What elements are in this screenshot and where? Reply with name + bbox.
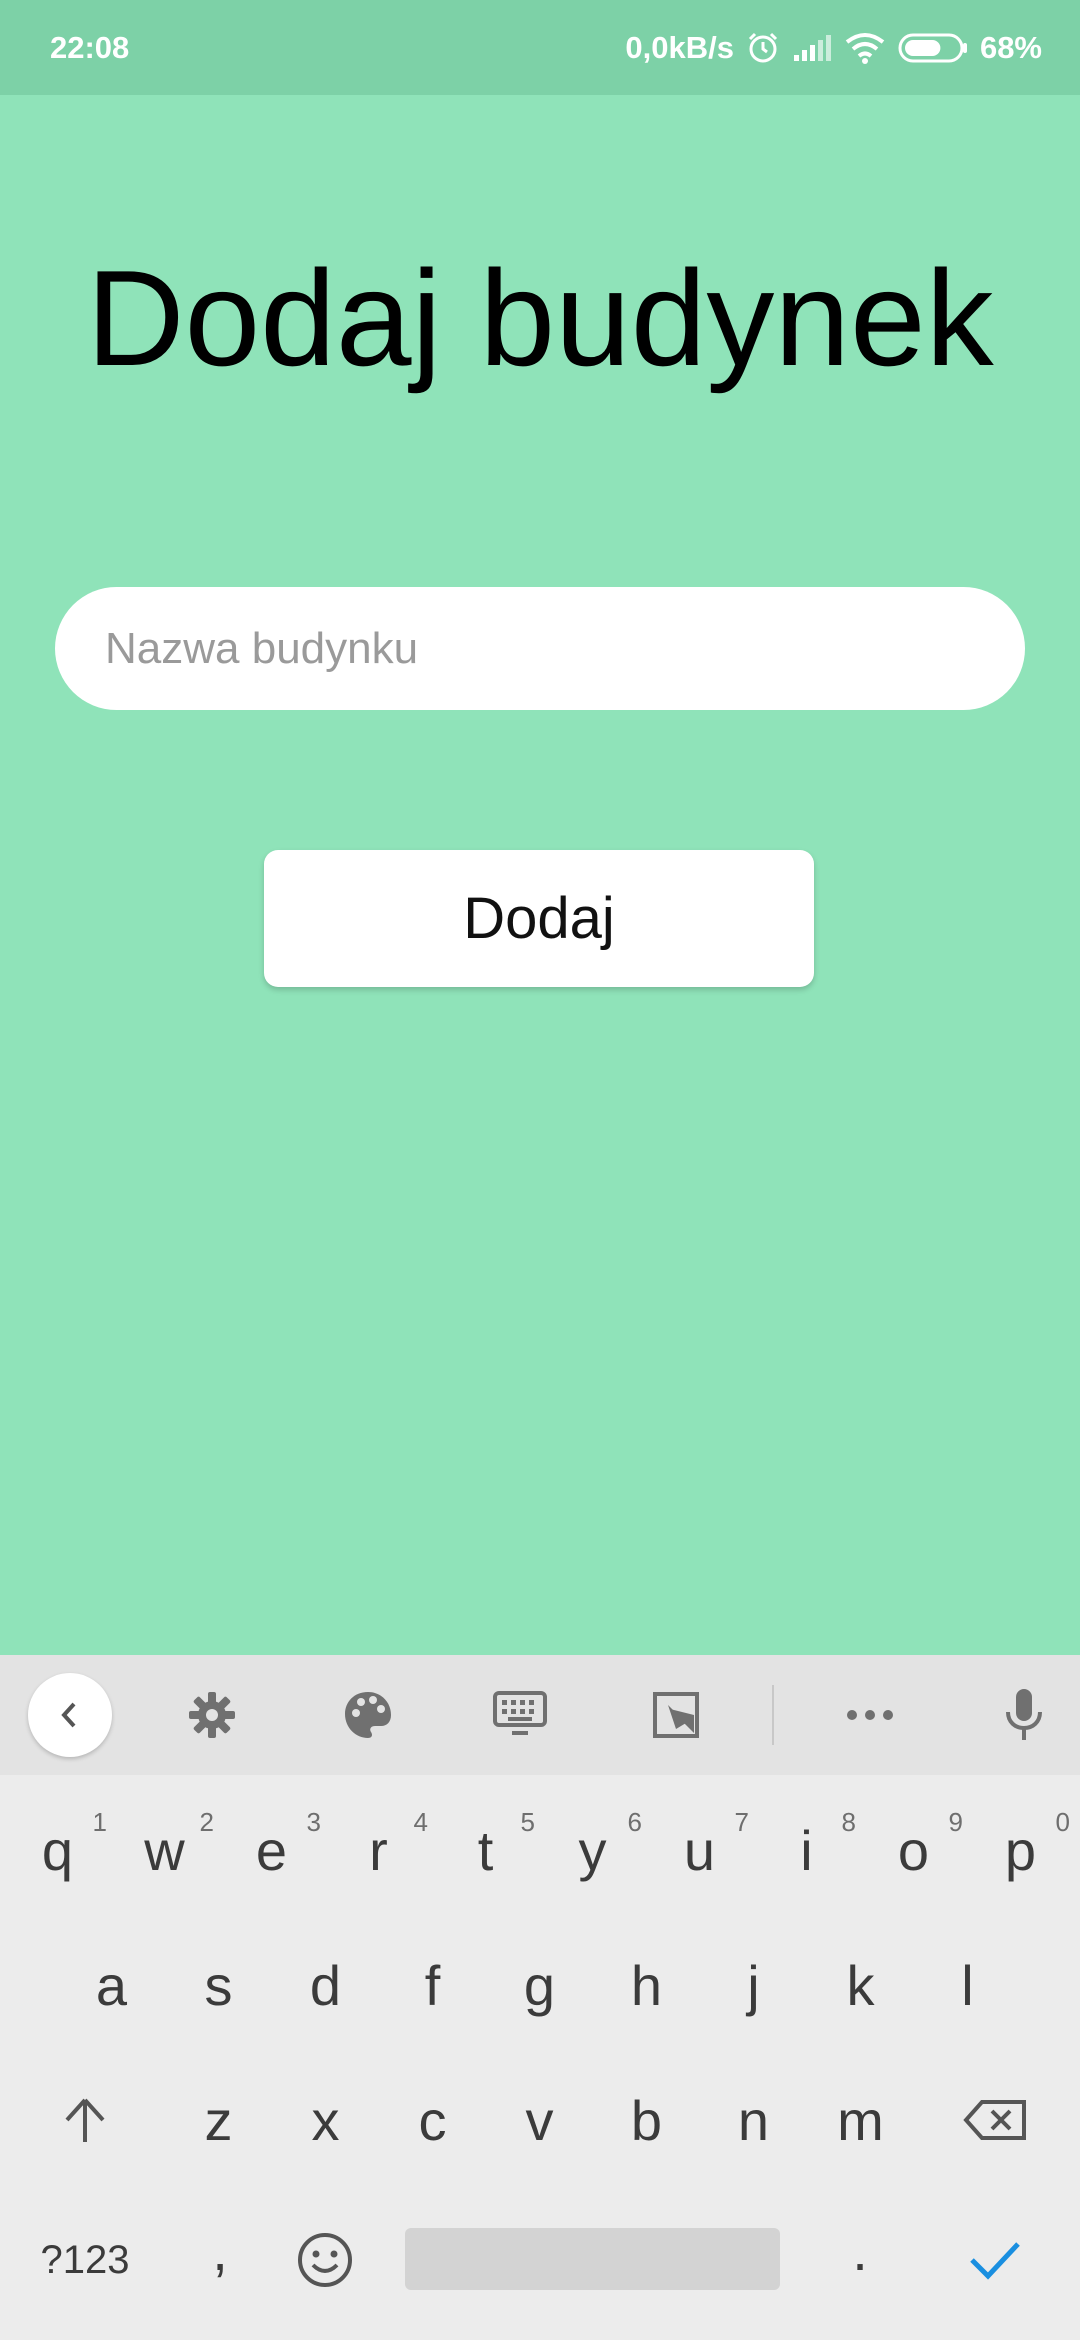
key-label: u bbox=[683, 1818, 716, 1882]
key-label: o bbox=[897, 1818, 930, 1882]
key-l[interactable]: l bbox=[914, 1920, 1021, 2050]
key-hint: 9 bbox=[948, 1807, 963, 1837]
shift-arrow-icon bbox=[65, 2098, 105, 2142]
key-s[interactable]: s bbox=[165, 1920, 272, 2050]
key-label: c bbox=[418, 2088, 447, 2152]
key-c[interactable]: c bbox=[379, 2055, 486, 2185]
key-label: t bbox=[477, 1818, 494, 1882]
key-label: y bbox=[578, 1818, 607, 1882]
key-hint: 1 bbox=[92, 1807, 107, 1837]
key-label: z bbox=[204, 2088, 233, 2152]
key-label: g bbox=[523, 1953, 556, 2017]
key-a[interactable]: a bbox=[58, 1920, 165, 2050]
key-hint: 3 bbox=[306, 1807, 321, 1837]
shift-key[interactable] bbox=[30, 2055, 140, 2185]
key-label: s bbox=[204, 1953, 233, 2017]
key-k[interactable]: k bbox=[807, 1920, 914, 2050]
keyboard-toolbar bbox=[0, 1655, 1080, 1775]
battery-percent: 68% bbox=[979, 29, 1042, 65]
key-label: a bbox=[95, 1953, 128, 2017]
signal-icon bbox=[792, 33, 832, 63]
key-label: w bbox=[144, 1818, 185, 1882]
comma-key[interactable]: , bbox=[180, 2185, 260, 2315]
app-screen: Dodaj budynek Dodaj bbox=[0, 95, 1080, 1655]
emoji-icon bbox=[298, 2233, 352, 2287]
symbols-key[interactable]: ?123 bbox=[20, 2195, 150, 2325]
key-label: r bbox=[369, 1818, 388, 1882]
key-w[interactable]: w2 bbox=[111, 1785, 218, 1915]
key-hint: 8 bbox=[841, 1807, 856, 1837]
key-n[interactable]: n bbox=[700, 2055, 807, 2185]
building-name-input[interactable] bbox=[55, 587, 1025, 710]
backspace-key[interactable] bbox=[940, 2055, 1050, 2185]
key-label: b bbox=[630, 2088, 663, 2152]
palette-icon[interactable] bbox=[328, 1655, 408, 1775]
key-label: p bbox=[1004, 1818, 1037, 1882]
key-h[interactable]: h bbox=[593, 1920, 700, 2050]
keyboard-icon[interactable] bbox=[480, 1655, 560, 1775]
alarm-icon bbox=[746, 31, 780, 65]
status-indicators: 0,0kB/s 68% bbox=[625, 30, 1042, 66]
microphone-icon[interactable] bbox=[984, 1655, 1064, 1775]
key-label: h bbox=[630, 1953, 663, 2017]
key-j[interactable]: j bbox=[700, 1920, 807, 2050]
key-label: m bbox=[837, 2088, 884, 2152]
key-p[interactable]: p0 bbox=[967, 1785, 1074, 1915]
clipboard-icon[interactable] bbox=[636, 1655, 716, 1775]
key-label: d bbox=[309, 1953, 342, 2017]
wifi-icon bbox=[844, 32, 886, 64]
key-label: n bbox=[737, 2088, 770, 2152]
checkmark-icon bbox=[970, 2242, 1020, 2280]
space-key[interactable] bbox=[405, 2228, 780, 2290]
toolbar-back-button[interactable] bbox=[28, 1655, 112, 1775]
enter-key[interactable] bbox=[950, 2195, 1040, 2325]
key-label: l bbox=[961, 1953, 974, 2017]
key-m[interactable]: m bbox=[807, 2055, 914, 2185]
key-u[interactable]: u7 bbox=[646, 1785, 753, 1915]
status-time: 22:08 bbox=[50, 29, 130, 65]
soft-keyboard: q1w2e3r4t5y6u7i8o9p0 asdfghjkl zxcvbnm ?… bbox=[0, 1655, 1080, 2340]
key-e[interactable]: e3 bbox=[218, 1785, 325, 1915]
key-b[interactable]: b bbox=[593, 2055, 700, 2185]
key-r[interactable]: r4 bbox=[325, 1785, 432, 1915]
net-speed: 0,0kB/s bbox=[625, 29, 734, 65]
page-title: Dodaj budynek bbox=[86, 242, 994, 394]
key-hint: 4 bbox=[413, 1807, 428, 1837]
toolbar-divider bbox=[772, 1685, 774, 1745]
chevron-left-icon bbox=[28, 1673, 112, 1757]
key-hint: 7 bbox=[734, 1807, 749, 1837]
key-q[interactable]: q1 bbox=[4, 1785, 111, 1915]
key-d[interactable]: d bbox=[272, 1920, 379, 2050]
key-label: v bbox=[525, 2088, 554, 2152]
add-button[interactable]: Dodaj bbox=[264, 850, 814, 987]
key-label: x bbox=[311, 2088, 340, 2152]
backspace-icon bbox=[963, 2100, 1026, 2140]
key-f[interactable]: f bbox=[379, 1920, 486, 2050]
key-label: f bbox=[424, 1953, 441, 2017]
key-o[interactable]: o9 bbox=[860, 1785, 967, 1915]
status-bar: 22:08 0,0kB/s 68% bbox=[0, 0, 1080, 95]
more-icon[interactable] bbox=[830, 1655, 910, 1775]
key-hint: 5 bbox=[520, 1807, 535, 1837]
key-hint: 2 bbox=[199, 1807, 214, 1837]
key-z[interactable]: z bbox=[165, 2055, 272, 2185]
gear-icon[interactable] bbox=[172, 1655, 252, 1775]
key-hint: 0 bbox=[1055, 1807, 1070, 1837]
period-key[interactable]: . bbox=[820, 2185, 900, 2315]
key-t[interactable]: t5 bbox=[432, 1785, 539, 1915]
battery-icon bbox=[898, 32, 968, 64]
key-y[interactable]: y6 bbox=[539, 1785, 646, 1915]
emoji-key[interactable] bbox=[285, 2195, 365, 2325]
key-label: q bbox=[41, 1818, 74, 1882]
key-hint: 6 bbox=[627, 1807, 642, 1837]
key-label: k bbox=[846, 1953, 875, 2017]
key-label: e bbox=[255, 1818, 288, 1882]
key-i[interactable]: i8 bbox=[753, 1785, 860, 1915]
key-x[interactable]: x bbox=[272, 2055, 379, 2185]
key-g[interactable]: g bbox=[486, 1920, 593, 2050]
key-label: j bbox=[747, 1953, 760, 2017]
key-v[interactable]: v bbox=[486, 2055, 593, 2185]
key-label: i bbox=[800, 1818, 813, 1882]
